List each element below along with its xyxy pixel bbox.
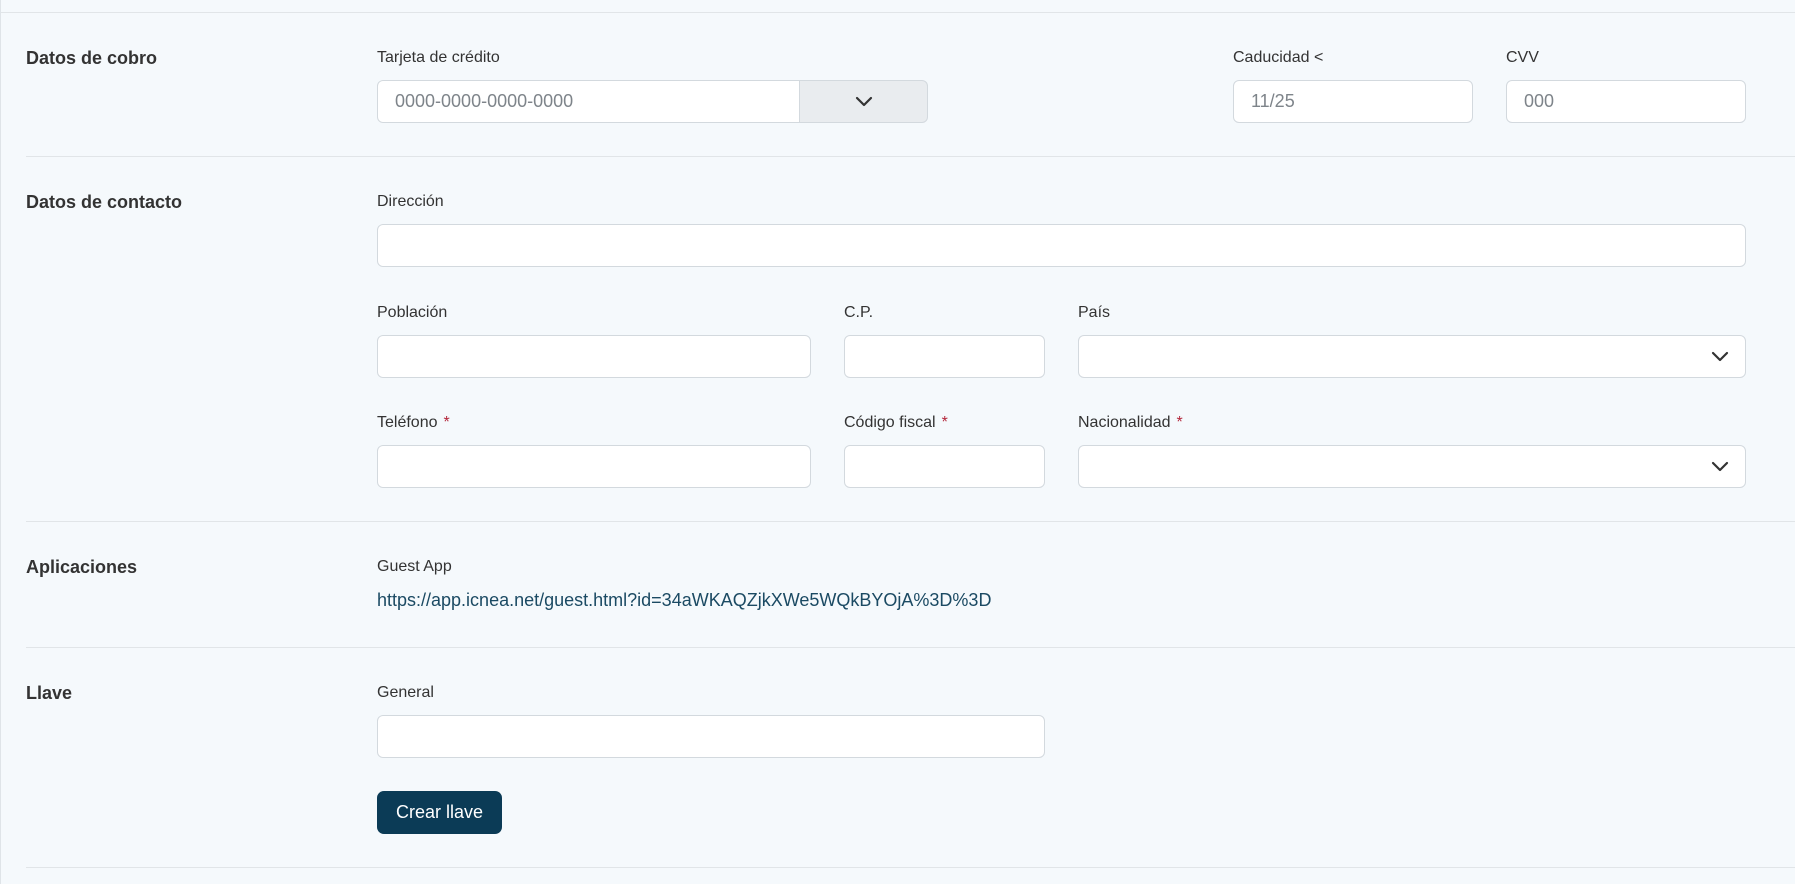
tax-code-input[interactable] xyxy=(844,445,1045,488)
guest-form-page: Datos de cobro Tarjeta de crédito 0000-0… xyxy=(0,0,1795,884)
nationality-select[interactable] xyxy=(1078,445,1746,488)
nationality-label-text: Nacionalidad xyxy=(1078,414,1171,431)
key-section-title: Llave xyxy=(26,683,73,703)
section-divider xyxy=(26,156,1795,157)
section-divider xyxy=(26,521,1795,522)
top-divider xyxy=(1,12,1795,13)
country-select[interactable] xyxy=(1078,335,1746,378)
chevron-down-icon xyxy=(855,96,872,106)
country-label: País xyxy=(1078,304,1111,321)
chevron-down-icon xyxy=(1711,351,1729,361)
general-key-input[interactable] xyxy=(377,715,1045,758)
phone-label: Teléfono * xyxy=(377,414,450,432)
section-divider xyxy=(26,867,1795,868)
billing-section-title: Datos de cobro xyxy=(26,48,158,68)
chevron-down-icon xyxy=(1711,461,1729,471)
general-key-label: General xyxy=(377,684,434,701)
card-number-placeholder: 0000-0000-0000-0000 xyxy=(395,91,574,111)
zip-input[interactable] xyxy=(844,335,1045,378)
tax-code-label: Código fiscal * xyxy=(844,414,948,432)
zip-label: C.P. xyxy=(844,304,874,321)
required-mark: * xyxy=(443,414,450,431)
city-input[interactable] xyxy=(377,335,811,378)
card-label: Tarjeta de crédito xyxy=(377,49,500,66)
required-mark: * xyxy=(941,414,948,431)
cvv-input[interactable]: 000 xyxy=(1506,80,1746,123)
required-mark: * xyxy=(1176,414,1183,431)
card-type-dropdown-button[interactable] xyxy=(800,80,928,123)
guest-app-label: Guest App xyxy=(377,558,452,575)
phone-label-text: Teléfono xyxy=(377,414,438,431)
expiry-label: Caducidad < xyxy=(1233,49,1324,66)
create-key-button[interactable]: Crear llave xyxy=(377,791,502,834)
expiry-placeholder: 11/25 xyxy=(1251,91,1295,111)
card-number-input[interactable]: 0000-0000-0000-0000 xyxy=(377,80,800,123)
expiry-input[interactable]: 11/25 xyxy=(1233,80,1473,123)
cvv-placeholder: 000 xyxy=(1524,91,1555,111)
contact-section-title: Datos de contacto xyxy=(26,192,183,212)
nationality-label: Nacionalidad * xyxy=(1078,414,1183,432)
guest-app-link[interactable]: https://app.icnea.net/guest.html?id=34aW… xyxy=(377,590,991,611)
city-label: Población xyxy=(377,304,448,321)
cvv-label: CVV xyxy=(1506,49,1539,66)
apps-section-title: Aplicaciones xyxy=(26,557,138,577)
tax-code-label-text: Código fiscal xyxy=(844,414,936,431)
phone-input[interactable] xyxy=(377,445,811,488)
section-divider xyxy=(26,647,1795,648)
address-input[interactable] xyxy=(377,224,1746,267)
address-label: Dirección xyxy=(377,193,444,210)
